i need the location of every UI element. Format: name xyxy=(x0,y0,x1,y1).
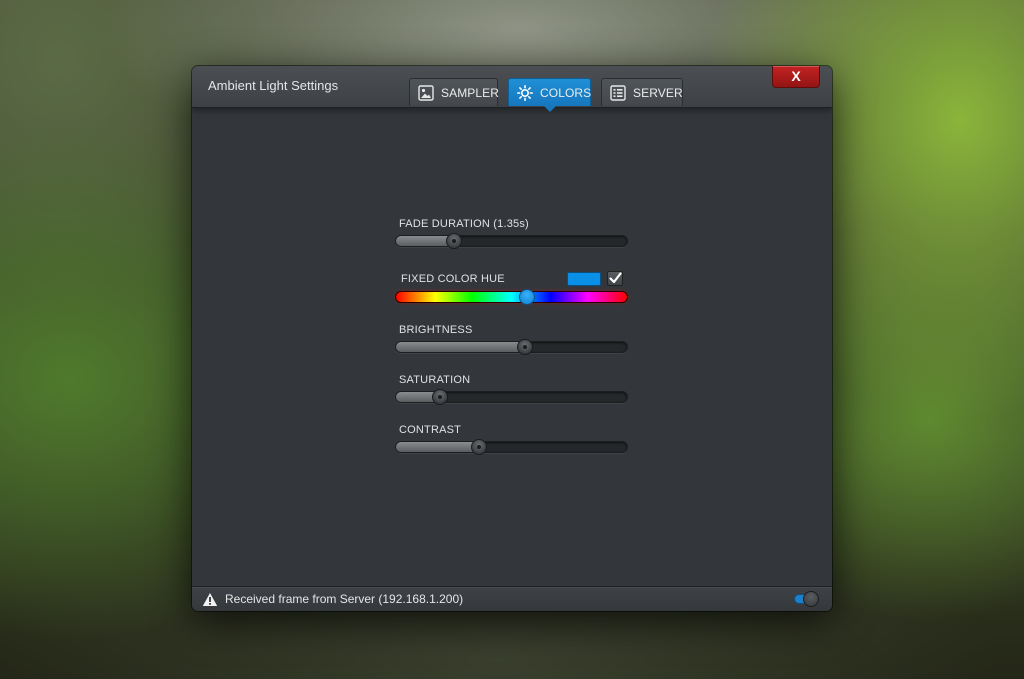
status-message: Received frame from Server (192.168.1.20… xyxy=(225,592,464,606)
tab-sampler[interactable]: SAMPLER xyxy=(409,78,500,106)
hue-color-swatch xyxy=(567,272,601,286)
fixed-color-hue-slider[interactable] xyxy=(395,289,628,305)
brightness-slider[interactable] xyxy=(395,339,628,355)
close-button[interactable]: X xyxy=(772,66,820,88)
saturation-handle[interactable] xyxy=(431,389,448,405)
window-title: Ambient Light Settings xyxy=(208,78,339,93)
tab-sampler-label: SAMPLER xyxy=(441,85,500,100)
tab-colors[interactable]: COLORS xyxy=(508,78,592,112)
contrast-handle[interactable] xyxy=(471,439,488,455)
image-icon xyxy=(418,84,434,101)
title-bar: Ambient Light Settings SAMPLER COLORS SE… xyxy=(192,66,832,112)
list-icon xyxy=(610,84,626,101)
tab-colors-label: COLORS xyxy=(540,85,592,100)
fade-duration-handle[interactable] xyxy=(445,233,462,249)
fixed-color-hue-label: FIXED COLOR HUE xyxy=(401,273,505,285)
contrast-fill xyxy=(396,442,480,452)
saturation-slider[interactable] xyxy=(395,389,628,405)
sun-icon xyxy=(517,84,533,101)
toggle-thumb[interactable] xyxy=(803,591,819,607)
fade-duration-label: FADE DURATION (1.35s) xyxy=(399,218,529,230)
contrast-slider[interactable] xyxy=(395,439,628,455)
settings-window: Ambient Light Settings SAMPLER COLORS SE… xyxy=(192,66,832,611)
checkmark-icon xyxy=(609,272,622,290)
contrast-label: CONTRAST xyxy=(399,424,462,436)
brightness-fill xyxy=(396,342,526,352)
saturation-label: SATURATION xyxy=(399,374,471,386)
fade-duration-slider[interactable] xyxy=(395,233,628,249)
brightness-label: BRIGHTNESS xyxy=(399,324,473,336)
status-toggle[interactable] xyxy=(794,591,820,607)
fixed-color-hue-handle[interactable] xyxy=(518,289,535,305)
active-tab-indicator xyxy=(543,106,556,112)
warning-icon xyxy=(202,592,218,607)
tab-server[interactable]: SERVER xyxy=(601,78,683,106)
brightness-handle[interactable] xyxy=(517,339,534,355)
status-bar: Received frame from Server (192.168.1.20… xyxy=(192,586,832,611)
tab-server-label: SERVER xyxy=(633,85,683,100)
fixed-color-hue-checkbox[interactable] xyxy=(607,271,623,286)
